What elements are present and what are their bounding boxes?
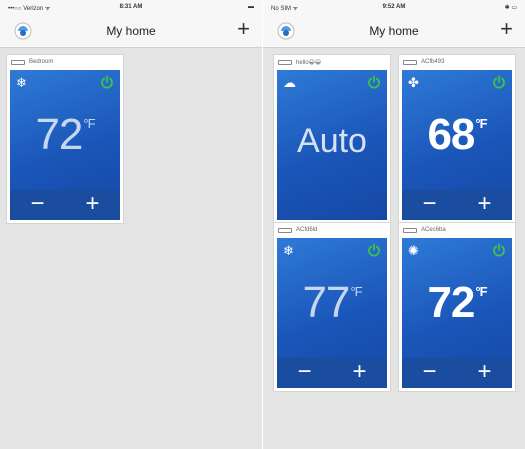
heat-icon: ✺	[408, 243, 419, 258]
power-icon[interactable]	[367, 243, 381, 257]
device-card[interactable]: hello😀😀 ☁ Auto	[273, 54, 391, 224]
add-device-button[interactable]: +	[500, 18, 513, 40]
thermostat-tile[interactable]: ❄ 72°F − +	[10, 70, 120, 220]
temperature-value: 72	[427, 278, 475, 327]
temperature-controls: − +	[277, 358, 387, 388]
power-icon[interactable]	[492, 75, 506, 89]
air-conditioner-icon	[278, 228, 292, 233]
increase-temperature-button[interactable]: +	[457, 190, 512, 220]
status-bar: •••○○ Verizon ᯤ 8:31 AM ▬	[0, 0, 262, 14]
decrease-temperature-button[interactable]: −	[402, 190, 457, 220]
battery-icon: ▬	[248, 4, 254, 10]
snowflake-icon: ❄	[16, 75, 27, 90]
device-name: ACec6ba	[421, 227, 446, 233]
thermostat-tile[interactable]: ❄ 77°F − +	[277, 238, 387, 388]
thermostat-tile[interactable]: ✤ 68°F − +	[402, 70, 512, 220]
decrease-temperature-button[interactable]: −	[10, 190, 65, 220]
thermostat-tile[interactable]: ✺ 72°F − +	[402, 238, 512, 388]
air-conditioner-icon	[278, 60, 292, 65]
device-card[interactable]: ACfb493 ✤ 68°F − +	[398, 54, 516, 224]
air-conditioner-icon	[403, 228, 417, 233]
temperature-unit: °F	[83, 116, 95, 131]
clock: 9:52 AM	[382, 4, 406, 10]
device-grid: Bedroom ❄ 72°F − +	[0, 48, 262, 449]
temperature-display: 68°F	[402, 110, 512, 160]
power-icon[interactable]	[367, 75, 381, 89]
clock: 8:31 AM	[119, 4, 143, 10]
temperature-value: 72	[35, 110, 83, 159]
snowflake-icon: ❄	[283, 243, 294, 258]
mode-display: Auto	[297, 122, 367, 160]
thermostat-tile[interactable]: ☁ Auto	[277, 70, 387, 220]
temperature-controls: − +	[10, 190, 120, 220]
device-card[interactable]: ACec6ba ✺ 72°F − +	[398, 222, 516, 392]
increase-temperature-button[interactable]: +	[457, 358, 512, 388]
temperature-value: 68	[427, 110, 475, 159]
device-name: hello😀😀	[296, 60, 322, 66]
device-name: Bedroom	[29, 59, 54, 65]
decrease-temperature-button[interactable]: −	[277, 358, 332, 388]
increase-temperature-button[interactable]: +	[65, 190, 120, 220]
temperature-controls: − +	[402, 190, 512, 220]
cloud-icon: ☁	[283, 75, 296, 90]
device-grid: hello😀😀 ☁ Auto ACfb493 ✤ 68°F − + ACfd6l…	[263, 48, 525, 449]
device-label: ACfb493	[399, 55, 515, 70]
temperature-display: 72°F	[10, 110, 120, 160]
status-bar: No SIM ᯤ 9:52 AM ✱ ▭	[263, 0, 525, 14]
device-name: ACfd6ld	[296, 227, 318, 233]
temperature-unit: °F	[350, 284, 362, 299]
temperature-display: 72°F	[402, 278, 512, 328]
air-conditioner-icon	[11, 60, 25, 65]
air-conditioner-icon	[403, 60, 417, 65]
device-label: ACec6ba	[399, 223, 515, 238]
fan-icon: ✤	[408, 75, 419, 90]
temperature-unit: °F	[475, 284, 487, 299]
device-name: ACfb493	[421, 59, 445, 65]
nav-bar: My home +	[263, 14, 525, 48]
page-title: My home	[369, 24, 419, 38]
device-label: Bedroom	[7, 55, 123, 70]
device-label: hello😀😀	[274, 55, 390, 70]
device-card[interactable]: ACfd6ld ❄ 77°F − +	[273, 222, 391, 392]
power-icon[interactable]	[100, 75, 114, 89]
phone-screen-left: •••○○ Verizon ᯤ 8:31 AM ▬ My home + Bedr…	[0, 0, 262, 449]
page-title: My home	[106, 24, 156, 38]
add-device-button[interactable]: +	[237, 18, 250, 40]
phone-screen-right: No SIM ᯤ 9:52 AM ✱ ▭ My home + hello😀😀 ☁	[263, 0, 525, 449]
device-card[interactable]: Bedroom ❄ 72°F − +	[6, 54, 124, 224]
nav-bar: My home +	[0, 14, 262, 48]
power-icon[interactable]	[492, 243, 506, 257]
battery-icon: ✱ ▭	[504, 5, 517, 11]
increase-temperature-button[interactable]: +	[332, 358, 387, 388]
temperature-value: 77	[302, 278, 350, 327]
device-label: ACfd6ld	[274, 223, 390, 238]
temperature-unit: °F	[475, 116, 487, 131]
decrease-temperature-button[interactable]: −	[402, 358, 457, 388]
temperature-controls: − +	[402, 358, 512, 388]
temperature-display: 77°F	[277, 278, 387, 328]
